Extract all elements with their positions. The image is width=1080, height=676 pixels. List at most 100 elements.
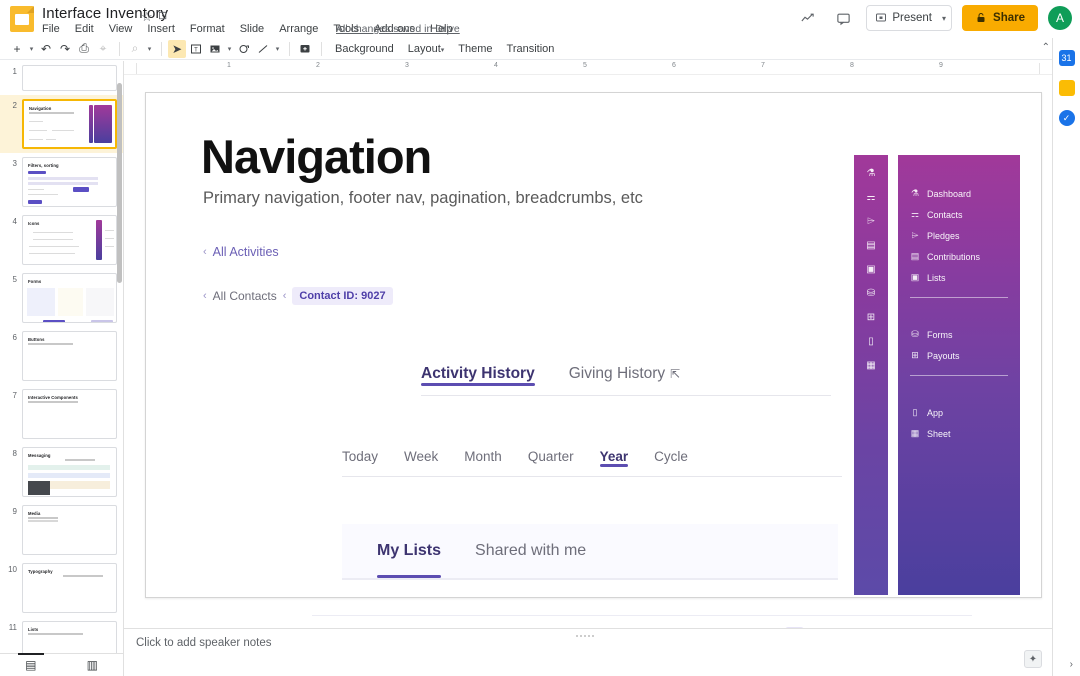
dashboard-icon[interactable]: ⚗ [867, 168, 876, 179]
menu-insert[interactable]: Insert [145, 22, 177, 36]
menu-edit[interactable]: Edit [73, 22, 96, 36]
chevron-left-icon-2: ‹ [283, 290, 287, 302]
breadcrumb-all-contacts[interactable]: All Contacts [213, 289, 277, 303]
print-icon[interactable]: ⎙ [75, 40, 93, 58]
slide-thumbnail-7[interactable]: 7 Interactive Components [0, 385, 123, 443]
slide-thumbnail-4[interactable]: 4 Icons [0, 211, 123, 269]
add-comment-icon[interactable] [296, 40, 314, 58]
move-to-folder-icon[interactable]: ⊡ [158, 9, 167, 22]
menu-arrange[interactable]: Arrange [277, 22, 320, 36]
sheet-icon[interactable]: ▦ [866, 360, 875, 371]
google-keep-icon[interactable] [1059, 80, 1075, 96]
tab-year[interactable]: Year [600, 449, 629, 464]
nav-item-contacts[interactable]: ⚎ Contacts [898, 204, 1020, 225]
slide-thumbnail-2[interactable]: 2 Navigation [0, 95, 123, 153]
slide-thumbnail-9[interactable]: 9 Media [0, 501, 123, 559]
new-slide-button[interactable]: + [8, 40, 26, 58]
transition-button[interactable]: Transition [500, 41, 562, 57]
zoom-dropdown-icon[interactable]: ▾ [145, 40, 154, 58]
slide-thumbnail-3[interactable]: 3 Filters, sorting [0, 153, 123, 211]
grid-view-button[interactable]: ▥ [62, 654, 124, 676]
back-to-all-activities-link[interactable]: ‹ All Activities [203, 245, 279, 259]
line-dropdown-icon[interactable]: ▾ [273, 40, 282, 58]
redo-icon[interactable]: ↷ [56, 40, 74, 58]
tab-my-lists[interactable]: My Lists [377, 524, 441, 578]
lists-icon[interactable]: ▣ [866, 264, 875, 275]
activity-chart-icon[interactable] [794, 5, 820, 31]
slide-thumbnail-11[interactable]: 11 Lists [0, 617, 123, 653]
layout-button[interactable]: Layout▾ [401, 41, 452, 57]
filmstrip-view-button[interactable]: ▤ [0, 654, 62, 676]
current-slide[interactable]: Navigation Primary navigation, footer na… [145, 92, 1042, 598]
breadcrumb-contact-id[interactable]: Contact ID: 9027 [292, 287, 392, 305]
tab-shared-with-me[interactable]: Shared with me [475, 524, 586, 578]
nav-rail-collapsed[interactable]: ⚗ ⚎ ⌲ ▤ ▣ ⛁ ⊞ ▯ ▦ [854, 155, 888, 595]
tab-today[interactable]: Today [342, 449, 378, 464]
collapse-toolbar-icon[interactable]: ⌃ [1042, 42, 1050, 53]
nav-item-payouts[interactable]: ⊞ Payouts [898, 345, 1020, 366]
share-button[interactable]: Share [962, 5, 1038, 31]
slide-canvas[interactable]: Navigation Primary navigation, footer na… [124, 75, 1052, 628]
google-calendar-icon[interactable]: 31 [1059, 50, 1075, 66]
nav-rail-expanded[interactable]: ⚗ Dashboard ⚎ Contacts ⌲ Pledges ▤ Contr… [898, 155, 1020, 595]
save-status[interactable]: All changes saved in Drive [336, 23, 460, 35]
insert-image-icon[interactable] [206, 40, 224, 58]
thumb-line [33, 239, 73, 240]
speaker-notes-panel[interactable]: Click to add speaker notes ✦ [124, 628, 1052, 676]
slide-thumbnail-6[interactable]: 6 Buttons [0, 327, 123, 385]
slide-filmstrip[interactable]: 1 2 Navigation 3 Filters, sorting [0, 61, 124, 653]
app-icon[interactable]: ▯ [868, 336, 874, 347]
thumb-line [33, 232, 73, 233]
nav-item-pledges[interactable]: ⌲ Pledges [898, 225, 1020, 246]
nav-item-contributions[interactable]: ▤ Contributions [898, 246, 1020, 267]
thumb-line [105, 238, 114, 239]
payouts-icon[interactable]: ⊞ [867, 312, 875, 323]
user-avatar[interactable]: A [1048, 6, 1072, 30]
nav-item-forms[interactable]: ⛁ Forms [898, 324, 1020, 345]
google-tasks-icon[interactable]: ✓ [1059, 110, 1075, 126]
background-button[interactable]: Background [328, 41, 401, 57]
slide-thumbnail-5[interactable]: 5 Forms [0, 269, 123, 327]
nav-item-sheet[interactable]: ▦ Sheet [898, 423, 1020, 444]
tab-giving-history[interactable]: Giving History⇱ [569, 365, 681, 383]
tab-month[interactable]: Month [464, 449, 502, 464]
slide-title[interactable]: Navigation [201, 129, 431, 184]
menu-format[interactable]: Format [188, 22, 227, 36]
select-cursor-icon[interactable]: ➤ [168, 40, 186, 58]
contacts-icon[interactable]: ⚎ [867, 192, 876, 203]
explore-button[interactable]: ✦ [1024, 650, 1042, 668]
line-icon[interactable] [254, 40, 272, 58]
nav-item-dashboard[interactable]: ⚗ Dashboard [898, 183, 1020, 204]
forms-icon[interactable]: ⛁ [867, 288, 875, 299]
slide-thumbnail-10[interactable]: 10 Typography [0, 559, 123, 617]
tab-week[interactable]: Week [404, 449, 438, 464]
paint-format-icon[interactable]: ⌖ [94, 40, 112, 58]
expand-rail-icon[interactable]: › [1070, 659, 1073, 670]
tab-activity-history[interactable]: Activity History [421, 365, 535, 383]
tab-quarter[interactable]: Quarter [528, 449, 574, 464]
present-dropdown-caret[interactable]: ▾ [940, 14, 951, 23]
contributions-icon[interactable]: ▤ [866, 240, 875, 251]
nav-item-lists[interactable]: ▣ Lists [898, 267, 1020, 288]
pledges-icon[interactable]: ⌲ [867, 216, 875, 227]
present-button[interactable]: Present ▾ [866, 5, 952, 31]
nav-item-app[interactable]: ▯ App [898, 402, 1020, 423]
menu-slide[interactable]: Slide [238, 22, 266, 36]
filmstrip-scrollbar[interactable] [117, 83, 122, 283]
slide-subtitle[interactable]: Primary navigation, footer nav, paginati… [203, 189, 643, 208]
zoom-icon[interactable]: ⌕ [126, 40, 144, 58]
theme-button[interactable]: Theme [451, 41, 499, 57]
shape-icon[interactable] [235, 40, 253, 58]
menu-view[interactable]: View [107, 22, 135, 36]
new-slide-dropdown-icon[interactable]: ▾ [27, 40, 36, 58]
comment-icon[interactable] [830, 5, 856, 31]
insert-image-dropdown-icon[interactable]: ▾ [225, 40, 234, 58]
menu-file[interactable]: File [40, 22, 62, 36]
slide-thumbnail-8[interactable]: 8 Messaging [0, 443, 123, 501]
tab-cycle[interactable]: Cycle [654, 449, 688, 464]
notes-resize-handle[interactable] [575, 624, 601, 627]
slide-thumbnail-1[interactable]: 1 [0, 61, 123, 95]
text-box-icon[interactable]: T [187, 40, 205, 58]
top-bar-actions: Present ▾ Share A [794, 5, 1072, 31]
undo-icon[interactable]: ↶ [37, 40, 55, 58]
